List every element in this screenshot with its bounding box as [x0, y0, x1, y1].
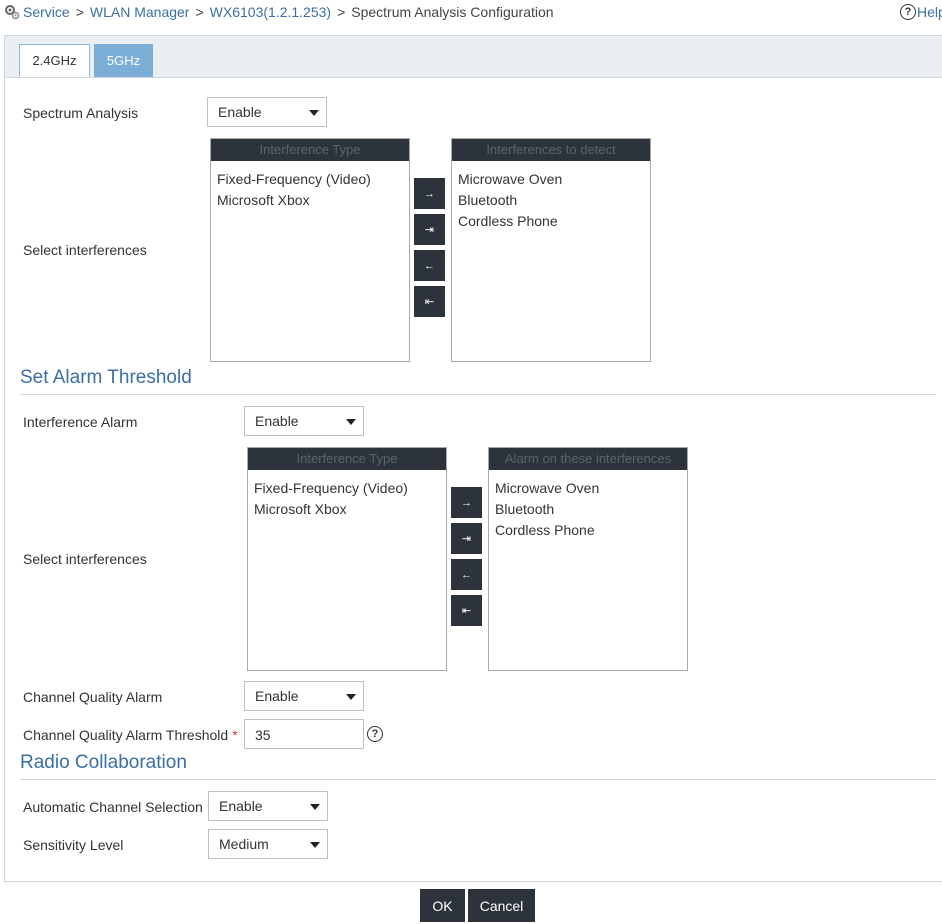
breadcrumb-current-page: Spectrum Analysis Configuration: [351, 4, 554, 20]
sensitivity-level-label: Sensitivity Level: [23, 837, 124, 853]
move-all-right-button[interactable]: ⇥: [414, 214, 445, 245]
alarm-move-all-right-button[interactable]: ⇥: [451, 523, 482, 554]
alarm-selected-interferences-list[interactable]: Alarm on these interferences Microwave O…: [488, 447, 688, 671]
spectrum-analysis-label: Spectrum Analysis: [23, 105, 139, 121]
channel-quality-threshold-label: Channel Quality Alarm Threshold *: [23, 727, 238, 743]
automatic-channel-selection-select[interactable]: Enable: [208, 791, 328, 821]
chevron-down-icon: [309, 110, 319, 116]
breadcrumb: Service > WLAN Manager > WX6103(1.2.1.25…: [4, 4, 554, 20]
top-bar: Service > WLAN Manager > WX6103(1.2.1.25…: [0, 0, 942, 30]
channel-quality-alarm-value: Enable: [255, 688, 299, 704]
list-header: Interference Type: [248, 448, 446, 470]
breadcrumb-separator: >: [337, 4, 346, 20]
band-tab-bar: 2.4GHz 5GHz: [5, 36, 942, 78]
chevron-down-icon: [310, 804, 320, 810]
move-left-button[interactable]: ←: [414, 250, 445, 281]
section-divider: [20, 779, 936, 780]
automatic-channel-selection-label: Automatic Channel Selection: [23, 799, 203, 815]
spectrum-analysis-select[interactable]: Enable: [207, 97, 327, 127]
move-all-left-button[interactable]: ⇤: [414, 286, 445, 317]
breadcrumb-wlan-manager-link[interactable]: WLAN Manager: [90, 4, 190, 20]
help-icon: ?: [900, 4, 916, 20]
alarm-available-interferences-list[interactable]: Interference Type Fixed-Frequency (Video…: [247, 447, 447, 671]
list-item[interactable]: Bluetooth: [458, 190, 650, 211]
channel-quality-threshold-input[interactable]: 35: [244, 719, 364, 749]
section-divider: [20, 394, 936, 395]
list-item[interactable]: Fixed-Frequency (Video): [254, 478, 446, 499]
spectrum-analysis-value: Enable: [218, 104, 262, 120]
list-header: Alarm on these interferences: [489, 448, 687, 470]
alarm-move-right-button[interactable]: →: [451, 487, 482, 518]
list-item[interactable]: Cordless Phone: [458, 211, 650, 232]
service-gear-icon: [5, 5, 20, 20]
list-header: Interference Type: [211, 139, 409, 161]
help-link[interactable]: ? Help: [900, 4, 942, 20]
move-right-button[interactable]: →: [414, 178, 445, 209]
sensitivity-level-select[interactable]: Medium: [208, 829, 328, 859]
chevron-down-icon: [346, 694, 356, 700]
list-item[interactable]: Microsoft Xbox: [217, 190, 409, 211]
channel-quality-threshold-text: Channel Quality Alarm Threshold: [23, 727, 229, 743]
breadcrumb-separator: >: [75, 4, 84, 20]
breadcrumb-device-link[interactable]: WX6103(1.2.1.253): [210, 4, 331, 20]
list-header: Interferences to detect: [452, 139, 650, 161]
available-interferences-list[interactable]: Interference Type Fixed-Frequency (Video…: [210, 138, 410, 362]
radio-section-title: Radio Collaboration: [20, 752, 187, 773]
list-item[interactable]: Microsoft Xbox: [254, 499, 446, 520]
help-label: Help: [917, 4, 942, 20]
list-item[interactable]: Bluetooth: [495, 499, 687, 520]
tab-2-4ghz[interactable]: 2.4GHz: [19, 44, 90, 77]
config-panel: 2.4GHz 5GHz Spectrum Analysis Enable Sel…: [4, 35, 942, 882]
chevron-down-icon: [346, 419, 356, 425]
sensitivity-level-value: Medium: [219, 836, 269, 852]
interference-alarm-select[interactable]: Enable: [244, 406, 364, 436]
alarm-move-left-button[interactable]: ←: [451, 559, 482, 590]
list-item[interactable]: Microwave Oven: [458, 169, 650, 190]
interference-alarm-label: Interference Alarm: [23, 414, 138, 430]
list-item[interactable]: Microwave Oven: [495, 478, 687, 499]
channel-quality-alarm-label: Channel Quality Alarm: [23, 689, 163, 705]
alarm-select-interferences-label: Select interferences: [23, 551, 147, 567]
ok-button[interactable]: OK: [420, 889, 465, 922]
alarm-move-all-left-button[interactable]: ⇤: [451, 595, 482, 626]
channel-quality-alarm-select[interactable]: Enable: [244, 681, 364, 711]
detect-interferences-list[interactable]: Interferences to detect Microwave Oven B…: [451, 138, 651, 362]
chevron-down-icon: [310, 842, 320, 848]
alarm-section-title: Set Alarm Threshold: [20, 367, 192, 388]
breadcrumb-service-link[interactable]: Service: [23, 4, 70, 20]
channel-quality-threshold-value: 35: [255, 727, 271, 743]
list-item[interactable]: Fixed-Frequency (Video): [217, 169, 409, 190]
tab-5ghz[interactable]: 5GHz: [94, 44, 153, 77]
list-item[interactable]: Cordless Phone: [495, 520, 687, 541]
select-interferences-label: Select interferences: [23, 242, 147, 258]
cancel-button[interactable]: Cancel: [468, 889, 535, 922]
interference-alarm-value: Enable: [255, 413, 299, 429]
automatic-channel-selection-value: Enable: [219, 798, 263, 814]
threshold-help-icon[interactable]: ?: [367, 726, 383, 742]
breadcrumb-separator: >: [195, 4, 204, 20]
required-mark: *: [232, 727, 238, 743]
